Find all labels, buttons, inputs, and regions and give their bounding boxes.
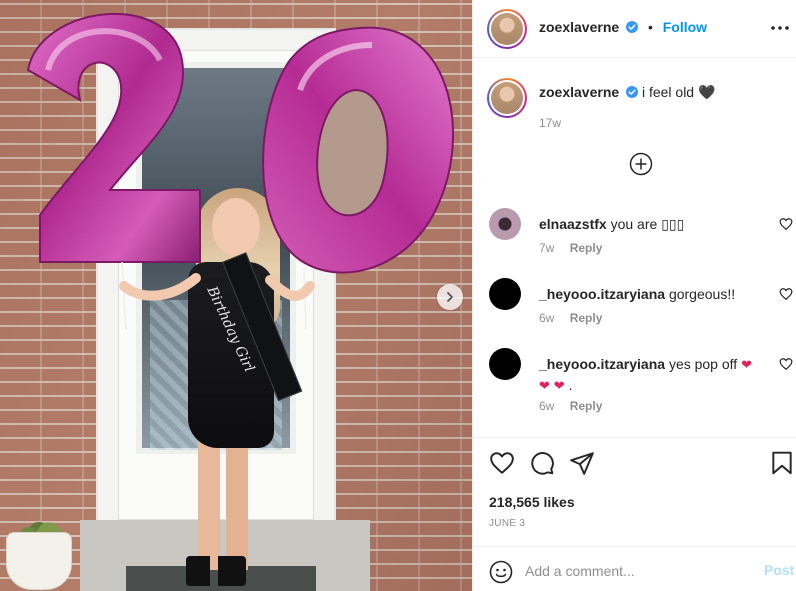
next-arrow-icon [447, 292, 453, 302]
comment-input[interactable] [525, 559, 745, 583]
comment-meta: 7w Reply [539, 241, 602, 255]
comment-text: yes pop off [668, 356, 738, 372]
caption-text: i feel old [641, 84, 695, 100]
balloon-digit-0 [262, 26, 454, 274]
comment-time[interactable]: 6w [539, 399, 554, 413]
post-details-panel: zoexlaverne • Follow zoexlaverne i feel … [472, 0, 796, 591]
comment-time[interactable]: 7w [539, 241, 554, 255]
comment-emoji: ▯▯▯ [661, 216, 685, 232]
caption-emoji: 🖤 [698, 84, 716, 100]
caption-time[interactable]: 17w [539, 116, 561, 130]
comment-body: _heyooo.itzaryiana yes pop off ❤ ❤ ❤ . [539, 354, 761, 396]
post-photo[interactable]: Birthday Girl [0, 0, 472, 591]
emoji-icon[interactable] [489, 560, 513, 584]
comment-username[interactable]: elnaazstfx [539, 216, 607, 232]
comment-avatar[interactable] [489, 208, 521, 240]
post-date[interactable]: JUNE 3 [489, 518, 525, 529]
like-heart-icon[interactable] [489, 450, 515, 476]
verified-badge-icon [626, 86, 639, 98]
caption-body: zoexlaverne i feel old 🖤 [539, 84, 715, 101]
comment-avatar[interactable] [489, 278, 521, 310]
reply-button[interactable]: Reply [570, 311, 603, 325]
comment-time[interactable]: 6w [539, 311, 554, 325]
verified-badge-icon [626, 21, 639, 33]
post-header: zoexlaverne • Follow [473, 0, 796, 58]
avatar[interactable] [487, 9, 527, 49]
likes-count[interactable]: 218,565 likes [489, 494, 575, 510]
heart-emoji: ❤ [741, 357, 752, 372]
bookmark-icon[interactable] [769, 450, 795, 476]
comment-meta: 6w Reply [539, 311, 602, 325]
comment-icon[interactable] [529, 450, 555, 476]
reply-button[interactable]: Reply [570, 399, 603, 413]
post-comment-button[interactable]: Post [764, 562, 794, 578]
add-comment-bar: Post [473, 546, 796, 591]
load-more-plus-icon[interactable] [629, 152, 653, 176]
header-username[interactable]: zoexlaverne [539, 19, 619, 35]
heart-icon[interactable] [779, 357, 793, 371]
heart-emoji: ❤ [553, 378, 565, 393]
heart-emoji: ❤ [539, 378, 550, 393]
comment-body: elnaazstfx you are ▯▯▯ [539, 214, 761, 234]
comment-meta: 6w Reply [539, 399, 602, 413]
post-actions: 218,565 likes JUNE 3 Post [473, 437, 796, 591]
comment-text: gorgeous!! [668, 286, 736, 302]
comment-username[interactable]: _heyooo.itzaryiana [539, 356, 665, 372]
number-balloons [26, 12, 454, 331]
follow-button[interactable]: Follow [663, 19, 707, 35]
caption-avatar[interactable] [487, 78, 527, 118]
caption-username[interactable]: zoexlaverne [539, 84, 619, 100]
next-photo-button[interactable] [437, 284, 463, 310]
comment-avatar[interactable] [489, 348, 521, 380]
comment-username[interactable]: _heyooo.itzaryiana [539, 286, 665, 302]
comment-text: you are [610, 216, 662, 232]
comment-tail: . [564, 377, 573, 393]
comment-body: _heyooo.itzaryiana gorgeous!! [539, 284, 761, 304]
share-icon[interactable] [569, 450, 595, 476]
header-separator: • [647, 19, 653, 35]
heart-icon[interactable] [779, 217, 793, 231]
heart-icon[interactable] [779, 287, 793, 301]
reply-button[interactable]: Reply [570, 241, 603, 255]
more-options-icon[interactable] [769, 18, 791, 38]
balloon-digit-2 [26, 12, 201, 263]
